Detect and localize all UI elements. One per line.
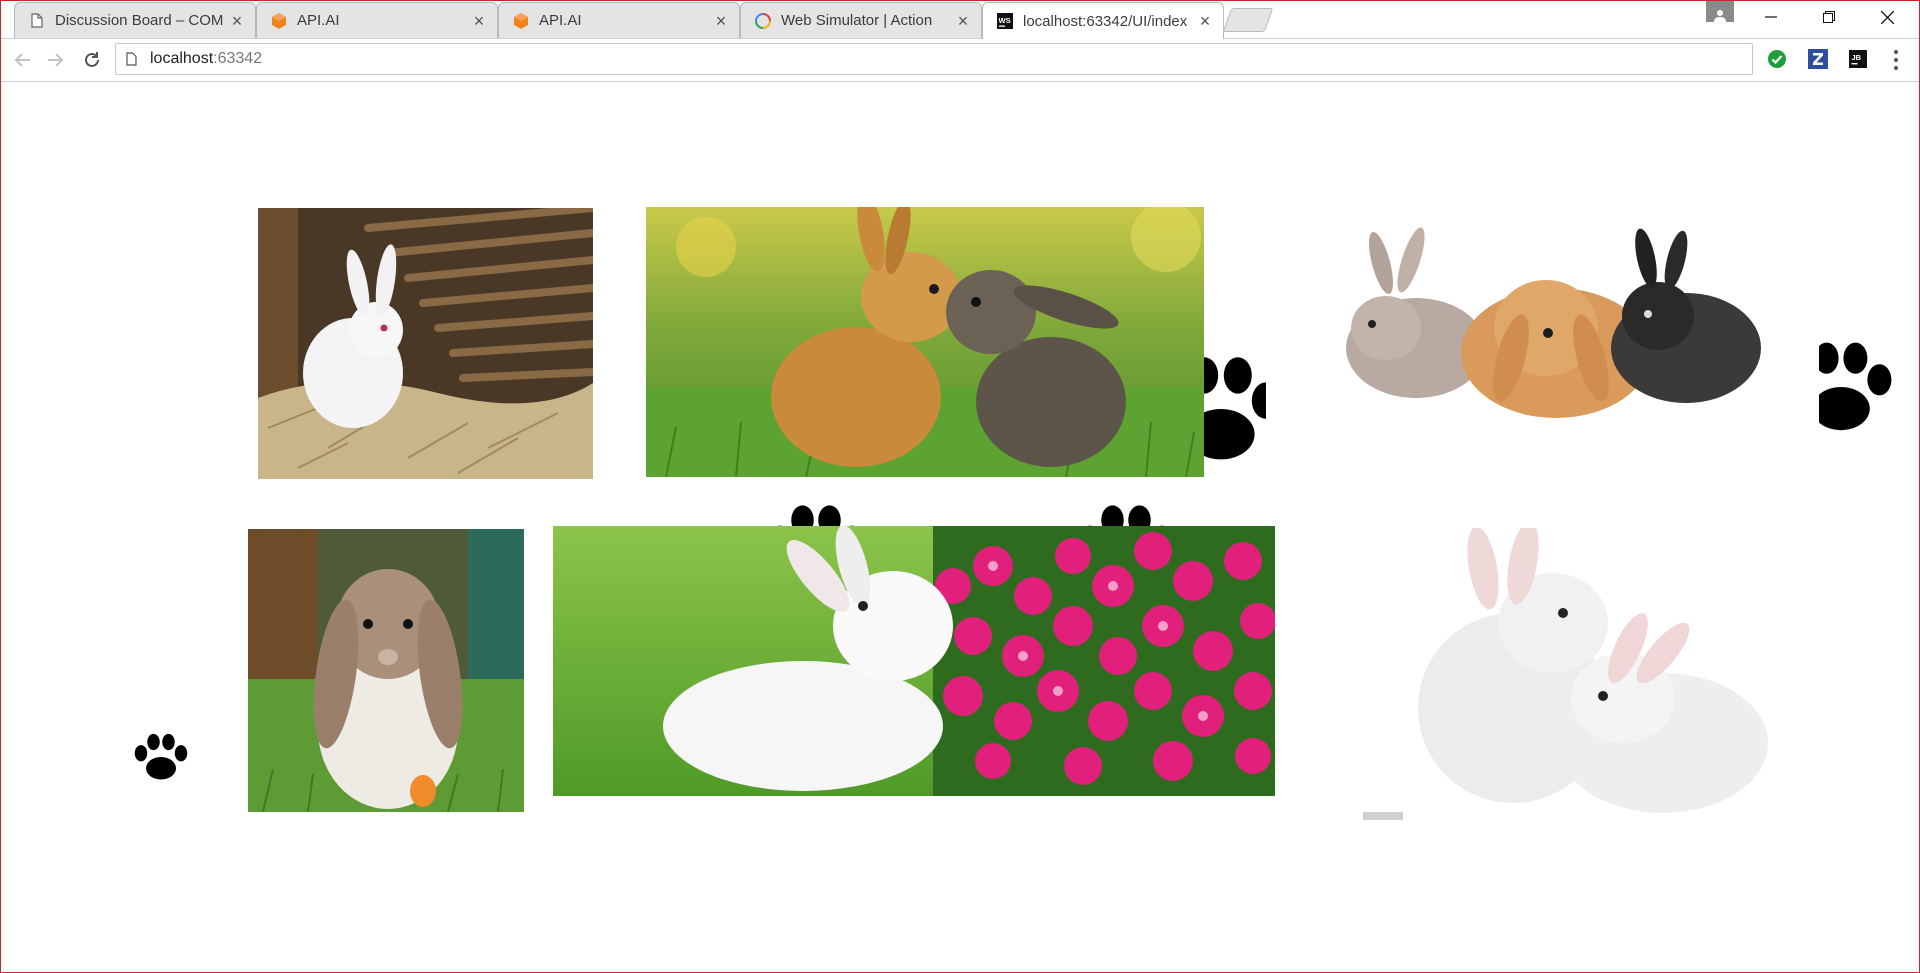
close-icon (1880, 10, 1894, 24)
profile-button[interactable] (1706, 0, 1734, 22)
tab-title: Discussion Board – COM (55, 12, 224, 29)
two-bunnies-kissing-on-grass (646, 207, 1204, 477)
tab-discussion-board[interactable]: Discussion Board – COM × (14, 2, 256, 38)
minimize-icon (1765, 16, 1777, 18)
tab-title: Web Simulator | Action (781, 12, 933, 29)
restore-icon (1823, 11, 1835, 23)
forward-arrow-icon (48, 53, 64, 67)
tab-title: API.AI (539, 12, 582, 29)
close-icon[interactable]: × (471, 12, 487, 30)
svg-text:WS: WS (999, 16, 1011, 25)
close-icon[interactable]: × (1197, 12, 1213, 30)
paw-print-icon (118, 732, 204, 782)
checkmark-extension-icon[interactable] (1767, 49, 1787, 69)
actions-google-icon (755, 12, 771, 29)
api-ai-icon (513, 12, 529, 29)
webstorm-icon: WS (997, 13, 1013, 29)
tab-strip: Discussion Board – COM × API.AI × API.AI… (0, 0, 1920, 39)
lop-eared-rabbit-with-egg (248, 529, 524, 812)
reload-icon (85, 52, 99, 67)
close-icon[interactable]: × (955, 12, 971, 30)
url-port: :63342 (213, 50, 263, 67)
zotero-extension-icon[interactable] (1808, 49, 1828, 69)
tab-title: localhost:63342/UI/index (1023, 12, 1188, 30)
tab-title: API.AI (297, 12, 340, 29)
close-icon[interactable]: × (229, 12, 245, 30)
close-icon[interactable]: × (713, 12, 729, 30)
url-host: localhost (150, 50, 214, 67)
tab-localhost[interactable]: WS localhost:63342/UI/index × (982, 2, 1224, 39)
page-content (1, 82, 1919, 972)
tab-api-ai-2[interactable]: API.AI × (498, 2, 740, 38)
reload-button[interactable] (79, 47, 105, 73)
page-icon (29, 13, 45, 29)
back-button[interactable] (9, 47, 35, 73)
api-ai-icon (271, 12, 287, 29)
svg-text:JB: JB (1852, 53, 1862, 62)
white-rabbit-in-straw-hutch (258, 208, 593, 479)
white-rabbit-beside-pink-flowers (553, 526, 1275, 796)
jetbrains-extension-icon[interactable]: JB (1848, 49, 1868, 69)
two-white-rabbits-on-white (1363, 528, 1824, 822)
browser-toolbar: localhost:63342 JB (0, 39, 1920, 82)
close-window-button[interactable] (1858, 0, 1916, 34)
address-bar[interactable]: localhost:63342 (115, 43, 1753, 75)
three-rabbits-on-white (1266, 208, 1819, 482)
forward-button[interactable] (43, 47, 69, 73)
minimize-button[interactable] (1742, 0, 1800, 34)
new-tab-button[interactable] (1222, 8, 1274, 32)
browser-menu-button[interactable] (1888, 49, 1904, 71)
tab-web-simulator[interactable]: Web Simulator | Action × (740, 2, 982, 38)
person-icon (1714, 10, 1726, 22)
restore-button[interactable] (1800, 0, 1858, 34)
page-info-icon[interactable] (126, 51, 140, 67)
back-arrow-icon (14, 53, 30, 67)
tab-api-ai-1[interactable]: API.AI × (256, 2, 498, 38)
